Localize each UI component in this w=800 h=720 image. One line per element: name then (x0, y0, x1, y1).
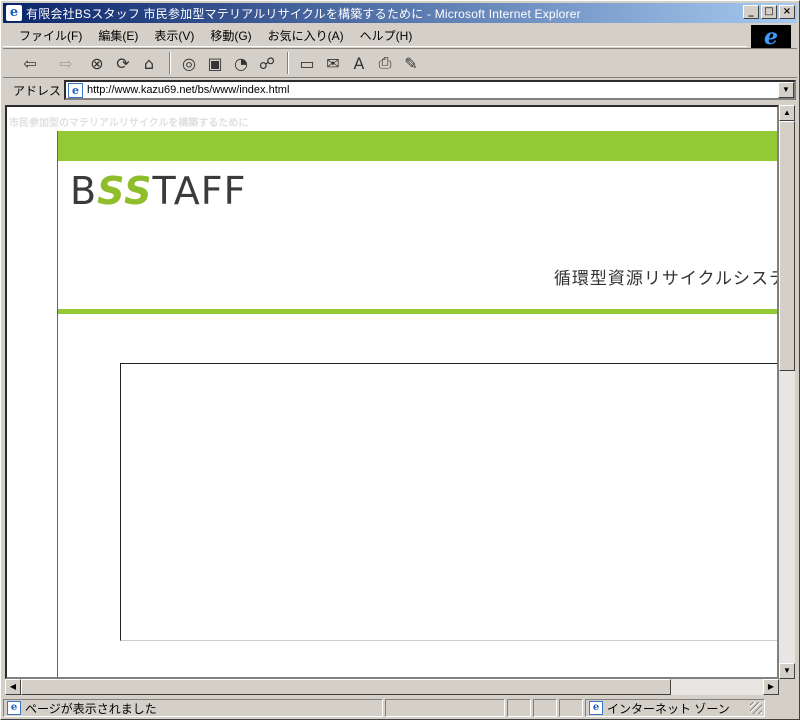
window-title: 有限会社BSスタッフ 市民参加型マテリアルリサイクルを構築するために - Mic… (26, 6, 581, 21)
standard-toolbar: ⇦ ⇨ ⊗ ⟳ ⌂ ◎ ▣ ◔ ☍ ▭ ✉ A ⎙ ✎ (3, 48, 797, 78)
resize-grip-icon[interactable] (750, 702, 762, 714)
horizontal-scroll-thumb[interactable] (21, 679, 671, 695)
horizontal-scrollbar[interactable]: ◀ ▶ (5, 679, 779, 695)
address-url[interactable]: http://www.kazu69.net/bs/www/index.html (87, 84, 289, 96)
status-pane-empty (385, 699, 505, 717)
scroll-right-icon[interactable]: ▶ (763, 679, 779, 695)
search-button[interactable]: ◎ (177, 51, 201, 75)
status-message: ページが表示されました (25, 701, 157, 716)
address-bar: アドレス e http://www.kazu69.net/bs/www/inde… (3, 79, 797, 101)
address-label: アドレス (13, 83, 62, 98)
channels-button[interactable]: ☍ (255, 51, 279, 75)
status-pane-small (533, 699, 557, 717)
status-bar: e ページが表示されました e インターネット ゾーン (3, 698, 797, 718)
status-zone: インターネット ゾーン (607, 701, 730, 716)
forward-button[interactable]: ⇨ (49, 51, 83, 75)
vertical-scrollbar[interactable]: ▲ ▼ (779, 105, 795, 679)
menu-favorites[interactable]: お気に入り(A) (260, 25, 352, 46)
minimize-button[interactable]: _ (743, 5, 759, 19)
close-button[interactable]: × (779, 5, 795, 19)
logo-letter-b: B (70, 169, 98, 213)
logo-rest: TAFF (152, 169, 247, 213)
maximize-button[interactable]: □ (761, 5, 777, 19)
header-green-bar (58, 131, 777, 161)
menu-go[interactable]: 移動(G) (202, 25, 259, 46)
ie-icon: e (6, 5, 22, 21)
title-bar[interactable]: e 有限会社BSスタッフ 市民参加型マテリアルリサイクルを構築するために - M… (3, 3, 797, 23)
status-zone-pane: e インターネット ゾーン (585, 699, 765, 717)
menu-help[interactable]: ヘルプ(H) (352, 25, 421, 46)
scrollbar-corner (779, 679, 795, 695)
address-input[interactable]: e http://www.kazu69.net/bs/www/index.htm… (64, 80, 797, 100)
status-pane-small (507, 699, 531, 717)
favorites-button[interactable]: ▣ (203, 51, 227, 75)
logo-ss-mark: SS (97, 169, 153, 213)
menu-file[interactable]: ファイル(F) (11, 25, 90, 46)
vertical-scroll-thumb[interactable] (779, 121, 795, 371)
refresh-button[interactable]: ⟳ (111, 51, 135, 75)
ie-logo-icon: e (764, 24, 778, 50)
window-controls: _ □ × (741, 5, 795, 19)
status-pane-small (559, 699, 583, 717)
toolbar-separator (287, 52, 289, 74)
status-message-pane: e ページが表示されました (3, 699, 383, 717)
scroll-down-icon[interactable]: ▼ (779, 663, 795, 679)
site-container: BSSTAFF 循環型資源リサイクルシステ (57, 131, 779, 677)
toolbar-separator (169, 52, 171, 74)
history-button[interactable]: ◔ (229, 51, 253, 75)
edit-button[interactable]: ✎ (399, 51, 423, 75)
internet-zone-icon: e (589, 701, 603, 715)
menu-view[interactable]: 表示(V) (146, 25, 202, 46)
stop-button[interactable]: ⊗ (85, 51, 109, 75)
page-icon: e (68, 82, 84, 98)
menu-edit[interactable]: 編集(E) (90, 25, 146, 46)
address-dropdown-icon[interactable]: ▼ (778, 82, 795, 98)
page-viewport[interactable]: 市民参加型のマテリアルリサイクルを構築するために BSSTAFF 循環型資源リサ… (5, 105, 779, 679)
header-divider (58, 309, 777, 314)
flash-content-area[interactable] (120, 363, 777, 641)
fullscreen-button[interactable]: ▭ (295, 51, 319, 75)
mail-button[interactable]: ✉ (321, 51, 345, 75)
fonts-button[interactable]: A (347, 51, 371, 75)
back-button[interactable]: ⇦ (13, 51, 47, 75)
bsstaff-logo[interactable]: BSSTAFF (70, 169, 246, 213)
menu-bar: ファイル(F) 編集(E) 表示(V) 移動(G) お気に入り(A) ヘルプ(H… (3, 25, 747, 47)
site-subtitle: 循環型資源リサイクルシステ (553, 269, 779, 289)
page-done-icon: e (7, 701, 21, 715)
print-button[interactable]: ⎙ (373, 51, 397, 75)
page-caption: 市民参加型のマテリアルリサイクルを構築するために (9, 118, 249, 129)
scroll-up-icon[interactable]: ▲ (779, 105, 795, 121)
scroll-left-icon[interactable]: ◀ (5, 679, 21, 695)
ie-logo: e (751, 25, 791, 49)
home-button[interactable]: ⌂ (137, 51, 161, 75)
browser-window: e 有限会社BSスタッフ 市民参加型マテリアルリサイクルを構築するために - M… (0, 0, 800, 720)
